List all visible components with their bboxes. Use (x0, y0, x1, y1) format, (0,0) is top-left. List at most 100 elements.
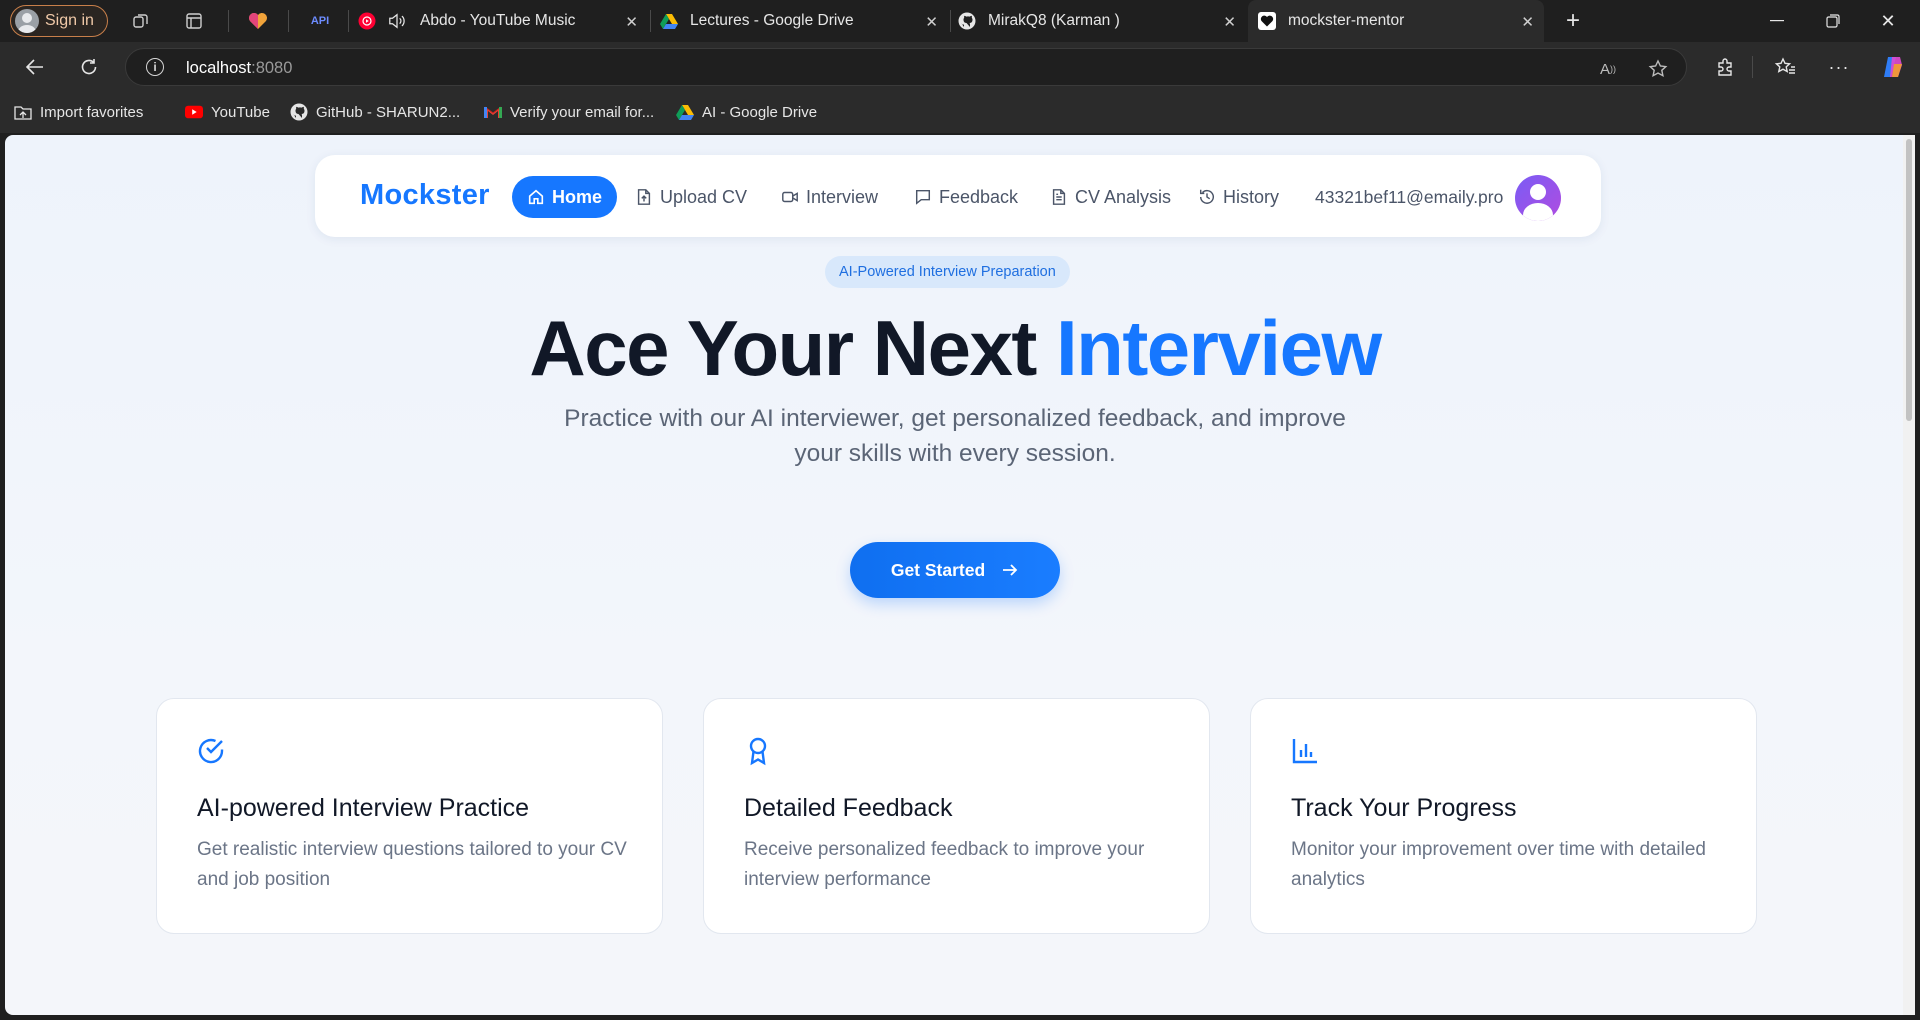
tab-title: mockster-mentor (1288, 12, 1405, 29)
nav-label: CV Analysis (1075, 186, 1172, 207)
get-started-button[interactable]: Get Started (850, 542, 1060, 598)
google-drive-icon (660, 12, 678, 30)
favorite-label: YouTube (211, 103, 270, 121)
github-icon (290, 103, 308, 121)
user-avatar-icon[interactable] (1515, 175, 1561, 221)
feature-title: AI-powered Interview Practice (197, 794, 530, 822)
minimize-icon[interactable] (1757, 8, 1797, 34)
address-toolbar: i localhost:8080 A)) ··· (0, 42, 1920, 92)
read-aloud-icon[interactable]: A)) (1598, 59, 1618, 79)
youtube-music-icon (358, 12, 376, 30)
check-circle-icon (195, 735, 227, 767)
feature-card-practice: AI-powered Interview Practice Get realis… (156, 698, 663, 934)
nav-label: Feedback (939, 186, 1019, 207)
feature-card-feedback: Detailed Feedback Receive personalized f… (703, 698, 1210, 934)
api-pinned-tab-icon[interactable]: API (308, 9, 332, 33)
tab-mockster-mentor[interactable]: mockster-mentor ✕ (1248, 0, 1544, 42)
tab-strip: Sign in API Abdo - YouTube Music ✕ Lectu… (0, 0, 1920, 42)
sign-in-label: Sign in (45, 12, 94, 29)
favorite-github[interactable]: GitHub - SHARUN2... (290, 103, 460, 121)
hero-title-main: Ace Your Next (529, 304, 1056, 392)
page-scrollbar[interactable] (1903, 135, 1915, 1015)
tab-separator (650, 10, 651, 32)
tab-separator (348, 10, 349, 32)
toolbar-separator (1752, 56, 1753, 78)
favorite-ai-drive[interactable]: AI - Google Drive (676, 103, 817, 121)
gmail-icon (484, 103, 502, 121)
close-tab-icon[interactable]: ✕ (1223, 13, 1236, 31)
hero-title-accent: Interview (1056, 304, 1382, 392)
favorite-label: Import favorites (40, 103, 144, 121)
favorite-import[interactable]: Import favorites (14, 103, 143, 121)
tab-github-mirakq8[interactable]: MirakQ8 (Karman ) ✕ (958, 0, 1246, 42)
url-text: localhost:8080 (186, 59, 293, 77)
nav-label: Upload CV (660, 186, 748, 207)
pinned-heart-tab-icon[interactable] (246, 9, 270, 33)
hero-badge: AI-Powered Interview Preparation (825, 256, 1070, 288)
arrow-right-icon (1003, 564, 1018, 576)
favorite-star-icon[interactable] (1648, 59, 1668, 79)
favorite-youtube[interactable]: YouTube (185, 103, 270, 121)
speaker-icon[interactable] (388, 12, 406, 30)
favorites-bar: Import favorites YouTube GitHub - SHARUN… (0, 92, 1920, 134)
close-window-icon[interactable]: ✕ (1868, 8, 1908, 34)
tab-title: MirakQ8 (Karman ) (988, 12, 1120, 29)
address-bar[interactable]: i localhost:8080 A)) (125, 48, 1687, 86)
feature-description: Receive personalized feedback to improve… (744, 839, 1145, 890)
nav-label: Home (552, 186, 603, 207)
heart-icon (1258, 12, 1276, 30)
favorite-gmail[interactable]: Verify your email for... (484, 103, 654, 121)
extensions-icon[interactable] (1712, 54, 1738, 80)
scrollbar-thumb[interactable] (1906, 139, 1912, 421)
get-started-label: Get Started (890, 559, 986, 580)
tab-separator (288, 10, 289, 32)
hero-subtitle: Practice with our AI interviewer, get pe… (564, 405, 1346, 467)
nav-history[interactable]: History (1198, 176, 1279, 218)
site-info-icon[interactable]: i (146, 58, 164, 76)
tab-youtube-music[interactable]: Abdo - YouTube Music ✕ (358, 0, 648, 42)
feature-card-progress: Track Your Progress Monitor your improve… (1250, 698, 1757, 934)
history-icon (1199, 189, 1214, 204)
back-icon[interactable] (22, 54, 48, 80)
tab-separator (228, 10, 229, 32)
nav-home[interactable]: Home (512, 176, 618, 218)
home-icon (528, 189, 544, 205)
tab-actions-icon[interactable] (182, 9, 206, 33)
brand-logo[interactable]: Mockster (360, 179, 490, 212)
refresh-icon[interactable] (76, 54, 102, 80)
workspaces-icon[interactable] (129, 9, 153, 33)
close-tab-icon[interactable]: ✕ (1521, 13, 1534, 31)
youtube-icon (185, 103, 203, 121)
favorites-icon[interactable] (1772, 54, 1798, 80)
feature-title: Detailed Feedback (744, 794, 953, 822)
copilot-icon[interactable] (1880, 54, 1906, 80)
sign-in-button[interactable]: Sign in (10, 5, 108, 37)
feature-title: Track Your Progress (1291, 794, 1517, 822)
file-upload-icon (637, 189, 651, 205)
google-drive-icon (676, 103, 694, 121)
favorite-label: AI - Google Drive (702, 103, 818, 121)
nav-interview[interactable]: Interview (781, 176, 878, 218)
nav-upload-cv[interactable]: Upload CV (635, 176, 747, 218)
favorite-label: Verify your email for... (510, 103, 655, 121)
app-navbar: Mockster Home Upload CV Interview Feedba… (315, 155, 1601, 237)
tab-separator (950, 10, 951, 32)
feature-description: Monitor your improvement over time with … (1291, 839, 1707, 890)
new-tab-icon[interactable]: + (1561, 7, 1585, 34)
feature-description: Get realistic interview questions tailor… (197, 839, 627, 890)
nav-feedback[interactable]: Feedback (914, 176, 1018, 218)
award-icon (742, 735, 774, 767)
nav-cv-analysis[interactable]: CV Analysis (1050, 176, 1171, 218)
tab-lectures-drive[interactable]: Lectures - Google Drive ✕ (660, 0, 948, 42)
profile-icon (15, 9, 39, 33)
video-icon (782, 191, 798, 203)
more-menu-icon[interactable]: ··· (1826, 54, 1852, 80)
close-tab-icon[interactable]: ✕ (925, 13, 938, 31)
bar-chart-icon (1289, 735, 1321, 767)
tab-title: Lectures - Google Drive (690, 12, 854, 29)
restore-icon[interactable] (1813, 8, 1853, 34)
file-text-icon (1052, 189, 1066, 205)
nav-label: Interview (806, 186, 879, 207)
tab-title: Abdo - YouTube Music (420, 12, 576, 29)
close-tab-icon[interactable]: ✕ (625, 13, 638, 31)
